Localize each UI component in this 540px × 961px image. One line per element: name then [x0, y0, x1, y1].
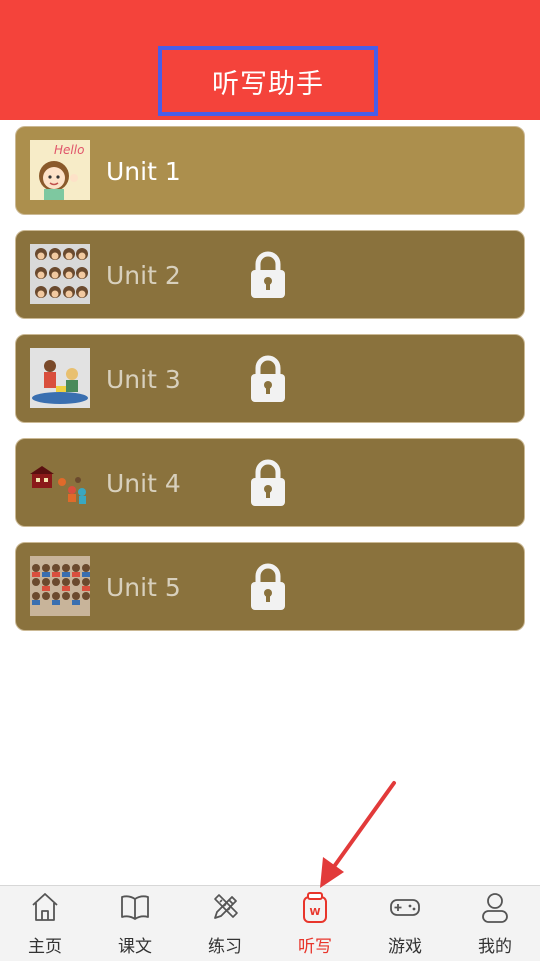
tab-label: 游戏 — [388, 937, 422, 957]
user-icon — [482, 893, 508, 923]
title-highlight-box: 听写助手 — [158, 46, 378, 116]
svg-text:Hello: Hello — [54, 143, 84, 157]
tab-practice[interactable]: 练习 — [180, 886, 270, 961]
unit-item-3[interactable]: Unit 3 — [15, 334, 525, 423]
tab-profile[interactable]: 我的 — [450, 886, 540, 961]
tab-home[interactable]: 主页 — [0, 886, 90, 961]
school-scene-icon — [30, 452, 90, 512]
unit-item-2[interactable]: Unit 2 — [15, 230, 525, 319]
unit-label: Unit 4 — [106, 469, 181, 498]
bottom-tab-bar: 主页 课文 练习 W 听写 游戏 我的 — [0, 885, 540, 961]
tab-textbook[interactable]: 课文 — [90, 886, 180, 961]
tab-label: 练习 — [208, 937, 242, 957]
dictation-cup-icon: W — [303, 892, 327, 923]
page-title: 听写助手 — [212, 68, 324, 100]
tab-dictation[interactable]: W 听写 — [270, 886, 360, 961]
unit-label: Unit 5 — [106, 573, 181, 602]
children-playing-icon — [30, 348, 90, 408]
home-icon — [32, 893, 58, 921]
faces-grid-icon — [30, 244, 90, 304]
app-header: 听写助手 — [0, 0, 540, 120]
tab-label: 我的 — [478, 937, 512, 957]
gamepad-icon — [390, 899, 420, 916]
book-icon — [121, 895, 149, 920]
lock-icon — [251, 355, 285, 402]
hello-girl-icon: Hello — [30, 140, 90, 200]
unit-item-4[interactable]: Unit 4 — [15, 438, 525, 527]
svg-text:W: W — [309, 907, 320, 918]
lock-icon — [251, 459, 285, 506]
tab-games[interactable]: 游戏 — [360, 886, 450, 961]
tab-label: 主页 — [28, 937, 62, 957]
pencil-ruler-icon — [214, 894, 238, 919]
tab-label: 课文 — [118, 937, 152, 957]
crowd-icon — [30, 556, 90, 616]
lock-icon — [251, 563, 285, 610]
unit-label: Unit 2 — [106, 261, 181, 290]
lock-icon — [251, 251, 285, 298]
unit-label: Unit 1 — [106, 157, 181, 186]
unit-item-1[interactable]: Hello Unit 1 — [15, 126, 525, 215]
unit-label: Unit 3 — [106, 365, 181, 394]
tab-label: 听写 — [298, 937, 332, 957]
unit-item-5[interactable]: Unit 5 — [15, 542, 525, 631]
